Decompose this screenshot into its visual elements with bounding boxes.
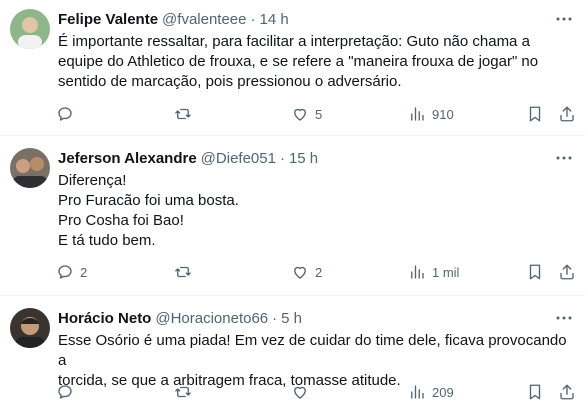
more-icon[interactable] [555,309,573,327]
reply-button[interactable]: 2 [56,262,87,282]
like-button[interactable] [291,382,315,402]
tweet-header: Jeferson Alexandre @Diefe051 · 15 h [58,148,318,168]
share-icon [560,106,574,122]
like-icon [294,266,306,279]
timestamp[interactable]: 14 h [260,11,289,28]
tweet-header: Horácio Neto @Horacioneto66 · 5 h [58,308,302,328]
tweet-actions: 2 2 1 mil [56,262,580,282]
author-name[interactable]: Felipe Valente [58,11,158,28]
views-count: 209 [432,384,454,400]
share-icon [560,384,574,400]
bookmark-button[interactable] [526,262,544,282]
share-button[interactable] [558,262,576,282]
like-button[interactable]: 5 [291,104,322,124]
tweet-line: Pro Furacão foi uma bosta. [58,192,239,209]
views-icon [411,107,424,121]
timestamp[interactable]: 15 h [289,150,318,167]
tweet-header: Felipe Valente @fvalenteee · 14 h [58,9,289,29]
tweet-line: sentido de marcação, pois pressionou o a… [58,73,402,90]
like-button[interactable]: 2 [291,262,322,282]
retweet-icon [175,266,191,278]
views-button[interactable]: 209 [408,382,454,402]
reply-button[interactable] [56,382,80,402]
views-icon [411,265,424,279]
tweet-3[interactable]: Horácio Neto @Horacioneto66 · 5 h Esse O… [0,296,585,415]
tweet-2[interactable]: Jeferson Alexandre @Diefe051 · 15 h Dife… [0,136,585,294]
bookmark-icon [529,106,541,122]
tweet-line: Pro Cosha foi Bao! [58,212,184,229]
author-name[interactable]: Jeferson Alexandre [58,150,197,167]
tweet-line: É importante ressaltar, para facilitar a… [58,33,530,50]
bookmark-button[interactable] [526,382,544,402]
reply-icon [58,107,72,121]
tweet-1[interactable]: Felipe Valente @fvalenteee · 14 h É impo… [0,0,585,134]
retweet-button[interactable] [174,382,198,402]
like-icon [294,386,306,399]
tweet-line: E tá tudo bem. [58,232,156,249]
retweet-button[interactable] [174,104,198,124]
tweet-line: Diferença! [58,172,127,189]
avatar[interactable] [10,148,50,188]
views-count: 1 mil [432,264,460,280]
retweet-icon [175,108,191,120]
more-icon[interactable] [555,149,573,167]
retweet-button[interactable] [174,262,198,282]
avatar[interactable] [10,308,50,348]
share-button[interactable] [558,104,576,124]
author-handle[interactable]: @Diefe051 [201,150,276,167]
reply-icon [58,265,72,279]
tweet-text: Diferença! Pro Furacão foi uma bosta. Pr… [58,171,578,251]
author-handle[interactable]: @Horacioneto66 [155,310,268,327]
views-icon [411,385,424,399]
separator-dot: · [250,10,256,28]
retweet-icon [175,386,191,398]
tweet-actions: 209 [56,382,580,402]
reply-button[interactable] [56,104,80,124]
tweet-text: É importante ressaltar, para facilitar a… [58,32,578,92]
like-count: 5 [315,106,323,122]
views-button[interactable]: 910 [408,104,454,124]
separator-dot: · [272,309,278,327]
bookmark-icon [529,264,541,280]
author-name[interactable]: Horácio Neto [58,310,151,327]
views-button[interactable]: 1 mil [408,262,459,282]
reply-icon [58,385,72,399]
like-count: 2 [315,264,323,280]
reply-count: 2 [80,264,88,280]
tweet-line: equipe do Athletico de frouxa, e se refe… [58,53,539,70]
bookmark-icon [529,384,541,400]
like-icon [294,108,306,121]
tweet-line: Esse Osório é uma piada! Em vez de cuida… [58,332,571,369]
separator-dot: · [279,149,285,167]
tweet-actions: 5 910 [56,104,580,124]
author-handle[interactable]: @fvalenteee [162,11,246,28]
avatar[interactable] [10,9,50,49]
views-count: 910 [432,106,454,122]
more-icon[interactable] [555,10,573,28]
share-icon [560,264,574,280]
bookmark-button[interactable] [526,104,544,124]
timestamp[interactable]: 5 h [281,310,302,327]
share-button[interactable] [558,382,576,402]
